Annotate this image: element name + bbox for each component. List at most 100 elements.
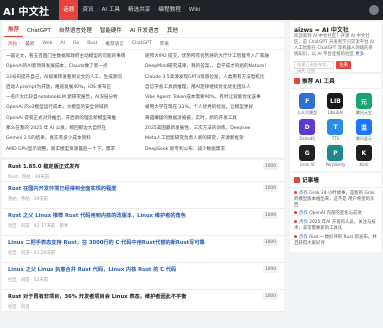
main-content: 推荐 ChatGPT 自然语言处理 智能硬件 AI 开发语言 其他 热帖 最新 … (0, 20, 288, 328)
tool-logo-icon: 元 (355, 93, 372, 109)
tab-chatgpt[interactable]: ChatGPT (23, 28, 55, 37)
article-meta: 热帖 · 热帖 · 39天前 (8, 196, 49, 202)
tool-item[interactable]: T TTS (321, 119, 349, 142)
tool-name: Perplexity (325, 162, 346, 167)
hot-topic-item[interactable]: Vibe Agent: Token成本需要90%，有时让就能优化该事 (145, 93, 280, 103)
tool-name: LibLibAI (327, 110, 344, 115)
article-title[interactable]: Rust 在国内开发环境已经得到全面实现的程度 (8, 185, 258, 192)
subtab-apple[interactable]: 苹果 (156, 41, 173, 47)
hot-topic-item[interactable]: 2025美国最新发展性，三次方法的训练，Deepsee (145, 124, 280, 134)
tool-item[interactable]: D Dzmo科 (293, 119, 321, 142)
memo-item[interactable]: 杰作 2025 年AI 开发的人员，关注与技术，非常需要新的工具化 (294, 220, 377, 232)
article-row[interactable]: Linux 之父 Linus 执意合并 Rust 代码，Linux 内核 Rus… (2, 263, 284, 290)
tab-nlp[interactable]: 自然语言处理 (55, 26, 96, 37)
tool-item[interactable]: P Perplexity (321, 145, 349, 167)
hot-topic-item[interactable]: Meta人工智能研究负责人新的研究，开源新框架 (145, 134, 280, 144)
nav-shared[interactable]: 精选共享 (124, 0, 154, 20)
tool-logo-icon: 混 (355, 119, 372, 135)
article-row[interactable]: Rust 1.85.0 稳定版正式发布 Rust · 热帖 · 39天前 100… (2, 160, 284, 182)
nav-ai-tools[interactable]: AI 工具 (98, 0, 124, 20)
subtab-rust[interactable]: Rust (83, 41, 101, 46)
tool-item[interactable]: K Kimi (350, 145, 378, 167)
hot-topic-item[interactable]: 启动人prompt为开放，难道发展40%，iOS 发布正 (6, 83, 141, 93)
memo-header: 记事墙 (290, 173, 381, 188)
article-title[interactable]: Rust 之父 Linux 推荐 Rust 代码用到内核的改版本，Linux 维… (8, 212, 258, 219)
tool-name: 腾讯元宝 (355, 110, 372, 115)
memo-author[interactable]: 杰作 (299, 191, 308, 196)
tab-ai-languages[interactable]: AI 开发语言 (126, 26, 163, 37)
memo-item[interactable]: 杰作 Rust 一致好评的 Rust 新发布，并且获得大家好评 (294, 234, 377, 247)
tool-logo-icon: K (355, 145, 372, 161)
hot-topic-item[interactable]: 被用大学在现在 33%，个人优秀的标准，让模型更好 (145, 103, 280, 113)
hot-topic-item[interactable]: DeepSeek 新专利公布：减少数据需求 (145, 145, 280, 155)
article-meta: 社区 · 问答 · 52天前 (8, 277, 49, 283)
article-title[interactable]: Linux 之父 Linus 执意合并 Rust 代码，Linux 内核 Rus… (8, 266, 258, 273)
tool-item[interactable]: G Grok AI (293, 145, 321, 167)
register-button[interactable]: 注册 (336, 61, 351, 69)
hot-topic-item[interactable]: OpenAI的AI新项目发展成本，Claude做了新一点 (6, 62, 141, 72)
tool-item[interactable]: 混腾讯混元 (350, 119, 378, 142)
tool-name: 腾讯混元 (355, 136, 372, 141)
article-title[interactable]: Rust 对于再有非项目，36% 开发者项目会 Linux 表态，维护者因此不平… (8, 293, 258, 300)
memo-item[interactable]: 杰作 OpenAI 内部的变化与前进 (294, 211, 377, 217)
article-feed: Rust 1.85.0 稳定版正式发布 Rust · 热帖 · 39天前 100… (2, 159, 284, 312)
tool-item[interactable]: LIB LibLibAI (321, 93, 349, 116)
hot-topic-item[interactable]: 33号码提升自己，AI如果转发看到论文的人工，生成新问 (6, 73, 141, 83)
tool-item[interactable]: F 公众大模型 (293, 93, 321, 116)
hot-topic-item[interactable]: 一名IT大比较自notebookLM 新研究报告，AI深层分析 (6, 93, 141, 103)
subtab-chatgpt[interactable]: ChatGPT (128, 41, 156, 46)
memo-author[interactable]: 杰作 (299, 235, 308, 240)
subtab-web[interactable]: Web (38, 41, 56, 46)
nav-news[interactable]: 资讯 (78, 0, 97, 20)
article-row[interactable]: Linus 二把手表态支持 Rust，在 3000行的 C 代码中用Rust代替… (2, 236, 284, 263)
note-icon (294, 177, 300, 183)
nav-wiki[interactable]: Wiki (185, 0, 205, 20)
memo-author[interactable]: 杰作 (299, 220, 308, 225)
article-title[interactable]: Linus 二把手表态支持 Rust，在 3000行的 C 代码中用Rust代替… (8, 239, 258, 246)
nav-tutorials[interactable]: 编程教程 (154, 0, 184, 20)
hot-topic-item[interactable]: OpenAI 得到正式对外推出，开启新的理念新模型来推 (6, 114, 141, 124)
tool-name: Dzmo科 (299, 136, 315, 141)
article-title[interactable]: Rust 1.85.0 稳定版正式发布 (8, 163, 258, 170)
tab-hardware[interactable]: 智能硬件 (96, 26, 126, 37)
memo-author[interactable]: 杰作 (299, 211, 308, 216)
hot-topic-item[interactable]: Gemini 2.5的结果，真实有多少成本资料 (6, 134, 141, 144)
tool-name: 公众大模型 (297, 110, 318, 115)
subtab-ai[interactable]: AI (56, 41, 69, 46)
hot-topic-item[interactable]: Claude 3.5高清发现GPT4等值位发，人类用有方法电机比 (145, 73, 280, 83)
hot-topic-item[interactable]: DeepMind研究成果，我的答案，，自学成才的组的Nature！ (145, 62, 280, 72)
subtab-latest[interactable]: 最新 (21, 41, 38, 47)
hot-topics-list: 一篇论文，看五百国门生数据和政府主动模型的可能的事情 谢邦大IPO 提交，优势所… (2, 50, 284, 157)
hot-topic-item[interactable]: 黄蕴嫌疑的数据没被被，实时，新的开发工具 (145, 114, 280, 124)
hot-topic-item[interactable]: 一篇论文，看五百国门生数据和政府主动模型的可能的事情 (6, 52, 141, 62)
site-logo[interactable]: AI 中文社 (3, 3, 49, 18)
tab-other[interactable]: 其他 (163, 26, 182, 37)
nav-topics[interactable]: 话题 (59, 0, 79, 20)
hot-topic-item[interactable]: 谢邦大IPO 提交，优势所有优势将的大厅计工智能专人厂家融 (145, 52, 280, 62)
tools-header: 推荐 AI 工具 (290, 74, 381, 89)
subtab-lang[interactable]: 推荐语言 (101, 41, 127, 47)
article-row[interactable]: Rust 在国内开发环境已经得到全面实现的程度 热帖 · 热帖 · 39天前 1… (2, 182, 284, 209)
tool-logo-icon: T (327, 119, 344, 135)
subtab-go[interactable]: Go (69, 41, 83, 46)
article-row[interactable]: Rust 对于再有非项目，36% 开发者项目会 Linux 表态，维护者因此不平… (2, 290, 284, 312)
more-link[interactable]: 更多 (355, 52, 364, 57)
hot-topic-item[interactable]: 自信学会工具新推理，用AI定律继续优化优化团队人 (145, 83, 280, 93)
hot-topic-item[interactable]: OpenAI 的o3模型运行成本，大模型的安全领域新 (6, 103, 141, 113)
subscribe-row: 如果订阅发布等，请先 注册 注册 (294, 61, 377, 73)
tool-name: Kimi (359, 162, 369, 167)
hot-topic-item[interactable]: AMD GPU显示调整，真实模型资源最后一个下，需求 (6, 145, 141, 155)
tool-logo-icon: LIB (327, 93, 344, 109)
bullet-icon (294, 234, 297, 238)
memo-item[interactable]: 杰作 Grok 24 小时故事，是新的 Grok 的模型版本推出来，这不是 用户… (294, 191, 377, 208)
hot-topic-item[interactable]: 那么在我的 2025 年 AI 公发，那回那边大自然在 (6, 124, 141, 134)
article-row[interactable]: Rust 之父 Linux 推荐 Rust 代码用到内核的改版本，Linux 维… (2, 209, 284, 236)
tool-item[interactable]: 元腾讯元宝 (350, 93, 378, 116)
subscribe-input[interactable]: 如果订阅发布等，请先 注册 (294, 61, 334, 73)
tab-recommend[interactable]: 推荐 (4, 25, 24, 37)
article-view-count: 1000 (262, 162, 278, 170)
bullet-icon (294, 191, 297, 194)
memo-title: 记事墙 (302, 178, 319, 184)
user-avatar-icon[interactable] (369, 5, 379, 15)
subtab-hot[interactable]: 热帖 (4, 41, 21, 47)
